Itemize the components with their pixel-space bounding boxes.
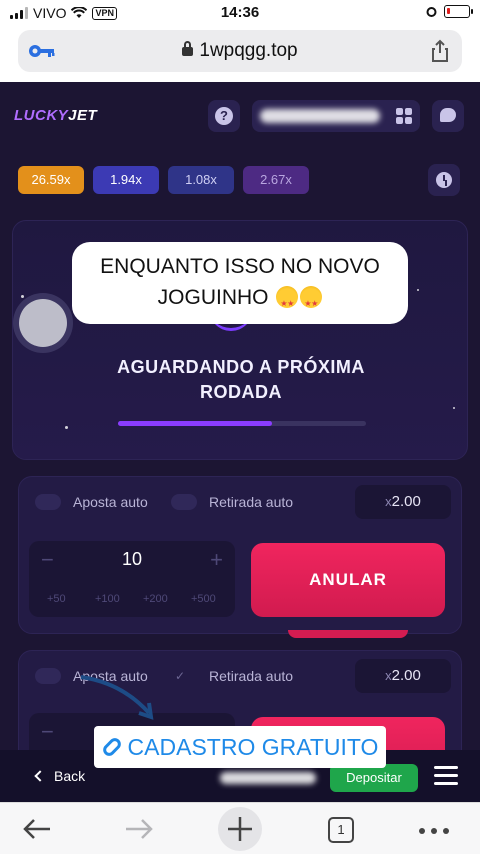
lock-icon [182,41,194,56]
bet-panel-1: Aposta auto Retirada auto x2.00 − 10 + +… [18,476,462,634]
balance-display[interactable] [252,100,420,132]
url-label: 1wpqgg.top [199,40,298,61]
chat-button[interactable] [432,100,464,132]
help-button[interactable]: ? [208,100,240,132]
status-bar: VIVO VPN 14:36 [0,0,480,26]
new-tab-button[interactable] [218,807,262,851]
tabs-button[interactable]: 1 [328,817,354,843]
arrow-annotation [80,675,154,720]
browser-toolbar: 1 [0,802,480,854]
history-button[interactable] [428,164,460,196]
decrease-stake-button[interactable]: − [41,719,54,745]
star-struck-emoji [300,286,323,319]
clock-icon [436,172,452,188]
quick-amount-button[interactable]: +100 [95,593,120,605]
auto-options-row: Aposta auto Retirada auto x2.00 [19,477,463,527]
quick-amount-button[interactable]: +200 [143,593,168,605]
star [453,407,455,409]
auto-cashout-label: Retirada auto [209,668,294,684]
star [65,426,68,429]
stake-input[interactable]: − 10 + +50 +100 +200 +500 [29,541,235,617]
status-right [425,5,473,18]
star [417,289,419,291]
star-struck-emoji [276,286,299,319]
url-display[interactable]: 1wpqgg.top [18,40,462,62]
redacted-balance [260,109,380,123]
planet-icon [19,299,67,347]
question-icon: ? [215,107,233,125]
auto-cashout-toggle[interactable] [171,494,197,510]
history-multiplier: 1.94x [93,166,159,194]
grid-icon[interactable] [396,108,412,124]
deposit-button[interactable]: Depositar [330,764,418,792]
increase-stake-button[interactable]: + [210,547,223,573]
back-arrow-icon[interactable] [22,817,52,841]
back-button[interactable]: Back [34,768,85,784]
history-multiplier: 1.08x [168,166,234,194]
forward-arrow-icon[interactable] [124,817,154,841]
auto-cashout-multiplier[interactable]: x2.00 [355,485,451,519]
menu-icon[interactable] [434,766,458,786]
auto-bet-toggle[interactable] [35,494,61,510]
history-multiplier: 26.59x [18,166,84,194]
lucky-jet-app: LUCKYJET ? 26.59x 1.94x 1.08x 2.67x AGUA… [0,82,480,810]
alarm-icon [426,7,437,17]
round-progress-fill [118,421,272,426]
free-signup-link[interactable]: CADASTRO GRATUITO [94,726,386,768]
link-icon [100,735,123,759]
round-progress-bar [118,421,366,426]
story-caption: ENQUANTO ISSO NO NOVO JOGUINHO [72,242,408,324]
multiplier-history: 26.59x 1.94x 1.08x 2.67x [18,166,309,194]
share-icon[interactable] [430,39,450,63]
round-status: AGUARDANDO A PRÓXIMA RODADA [117,357,365,402]
address-bar[interactable]: 1wpqgg.top [18,30,462,72]
auto-bet-toggle[interactable] [35,668,61,684]
quick-amount-button[interactable]: +50 [47,593,66,605]
history-multiplier: 2.67x [243,166,309,194]
auto-cashout-multiplier[interactable]: x2.00 [355,659,451,693]
quick-amount-button[interactable]: +500 [191,593,216,605]
battery-icon [444,5,473,18]
check-icon: ✓ [175,669,186,683]
clock-time: 14:36 [220,4,260,21]
more-icon[interactable] [418,827,450,835]
chat-icon [440,108,456,122]
auto-cashout-label: Retirada auto [209,494,294,510]
redacted-text [220,772,316,784]
cancel-bet-button[interactable]: ANULAR [251,543,445,617]
chevron-left-icon [34,770,46,782]
plus-icon [228,817,252,841]
lucky-jet-logo[interactable]: LUCKYJET [14,107,97,124]
browser-address-area: 1wpqgg.top [0,26,480,82]
auto-bet-label: Aposta auto [73,494,148,510]
star [21,295,24,298]
stake-value[interactable]: 10 [29,549,235,570]
bet-indicator [288,630,408,638]
